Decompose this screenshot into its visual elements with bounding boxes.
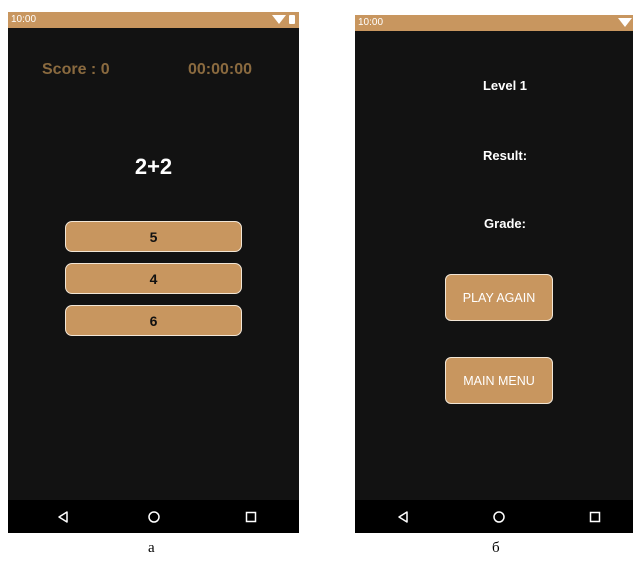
nav-bar xyxy=(8,500,299,533)
score-label: Score : 0 xyxy=(42,61,110,78)
status-time: 10:00 xyxy=(11,14,37,25)
status-time: 10:00 xyxy=(358,17,384,28)
back-icon[interactable] xyxy=(53,507,73,527)
nav-bar xyxy=(355,500,633,533)
caption-b: б xyxy=(492,540,500,556)
answer-button-1[interactable]: 5 xyxy=(65,221,242,252)
caption-a: a xyxy=(148,540,155,556)
wifi-icon xyxy=(618,18,632,27)
grade-label: Grade: xyxy=(484,216,526,231)
recents-icon[interactable] xyxy=(241,507,261,527)
status-bar: 10:00 xyxy=(8,12,299,28)
answer-button-3[interactable]: 6 xyxy=(65,305,242,336)
quiz-screen: 10:00 Score : 0 00:00:00 2+2 5 4 6 xyxy=(8,12,299,533)
main-menu-button[interactable]: MAIN MENU xyxy=(445,357,553,404)
question-text: 2+2 xyxy=(134,154,173,179)
recents-icon[interactable] xyxy=(585,507,605,527)
home-icon[interactable] xyxy=(144,507,164,527)
back-icon[interactable] xyxy=(393,507,413,527)
play-again-button[interactable]: PLAY AGAIN xyxy=(445,274,553,321)
battery-icon xyxy=(289,15,295,24)
timer-display: 00:00:00 xyxy=(188,61,253,78)
level-label: Level 1 xyxy=(482,78,528,93)
home-icon[interactable] xyxy=(489,507,509,527)
result-label: Result: xyxy=(482,148,528,163)
results-screen: 10:00 Level 1 Result: Grade: PLAY AGAIN … xyxy=(355,15,633,533)
answer-button-2[interactable]: 4 xyxy=(65,263,242,294)
status-bar: 10:00 xyxy=(355,15,633,31)
wifi-icon xyxy=(272,15,286,24)
